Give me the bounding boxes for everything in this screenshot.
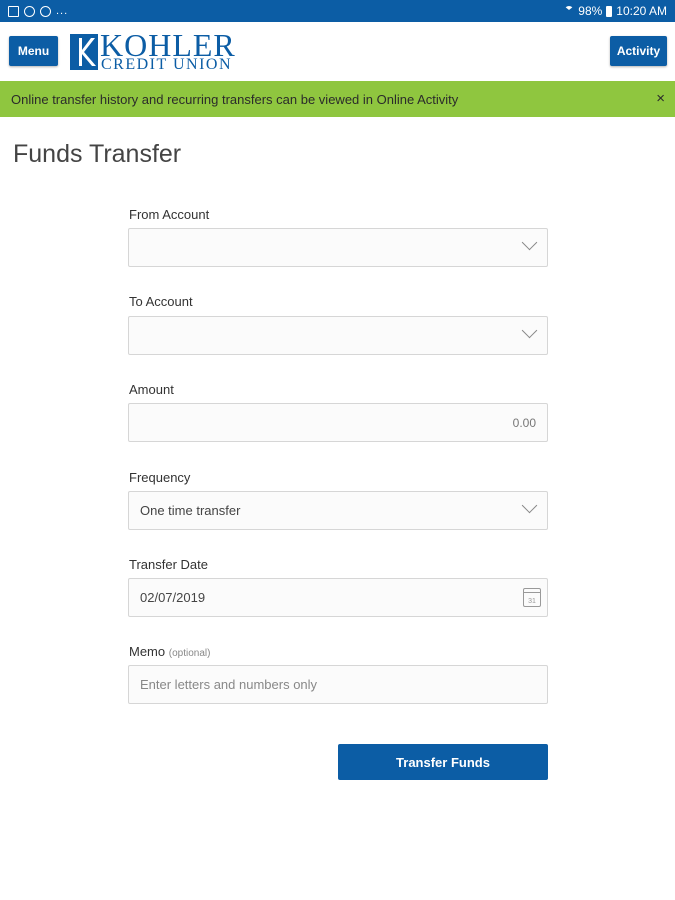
status-notifications: ... — [8, 4, 69, 17]
battery-icon — [606, 5, 613, 17]
to-account-select[interactable] — [128, 316, 548, 355]
from-account-select[interactable] — [128, 228, 548, 267]
amount-input[interactable]: 0.00 — [128, 403, 548, 442]
transfer-date-input[interactable]: 02/07/2019 31 — [128, 578, 548, 617]
page-title: Funds Transfer — [13, 140, 182, 168]
frequency-value: One time transfer — [140, 503, 241, 518]
more-notifications-icon: ... — [56, 4, 69, 17]
from-account-label: From Account — [129, 207, 210, 222]
chevron-down-icon — [521, 497, 538, 514]
transfer-date-value: 02/07/2019 — [140, 590, 206, 605]
status-indicators: 98% 10:20 AM — [564, 4, 667, 18]
clock: 10:20 AM — [616, 4, 667, 18]
memo-label-text: Memo — [129, 644, 166, 659]
chevron-down-icon — [521, 322, 538, 339]
frequency-select[interactable]: One time transfer — [128, 491, 548, 530]
amount-label: Amount — [129, 382, 174, 397]
close-icon[interactable]: × — [656, 90, 665, 108]
memo-placeholder: Enter letters and numbers only — [140, 677, 318, 692]
memo-optional-hint: (optional) — [168, 648, 211, 659]
sync-notification-icon — [24, 5, 35, 17]
image-notification-icon — [8, 5, 19, 17]
logo-credit-union: CREDIT UNION — [101, 56, 233, 73]
status-bar: ... 98% 10:20 AM — [0, 0, 675, 22]
battery-percent: 98% — [578, 4, 603, 18]
calendar-icon[interactable]: 31 — [523, 588, 541, 607]
wifi-icon — [564, 6, 575, 16]
transfer-date-label: Transfer Date — [129, 557, 208, 572]
logo-k-mark-icon — [70, 34, 98, 70]
info-banner: Online transfer history and recurring tr… — [0, 81, 675, 117]
menu-button[interactable]: Menu — [9, 36, 58, 66]
sync-notification-icon — [40, 5, 51, 17]
transfer-funds-button[interactable]: Transfer Funds — [338, 744, 548, 780]
banner-text: Online transfer history and recurring tr… — [11, 91, 459, 107]
activity-button[interactable]: Activity — [610, 36, 667, 66]
kohler-logo: KOHLER CREDIT UNION — [70, 27, 280, 74]
chevron-down-icon — [521, 234, 538, 251]
frequency-label: Frequency — [129, 470, 191, 485]
memo-label: Memo (optional) — [129, 644, 210, 659]
memo-input[interactable]: Enter letters and numbers only — [128, 665, 548, 704]
amount-value: 0.00 — [512, 415, 536, 430]
to-account-label: To Account — [129, 294, 193, 309]
app-header: Menu KOHLER CREDIT UNION Activity — [0, 22, 675, 81]
